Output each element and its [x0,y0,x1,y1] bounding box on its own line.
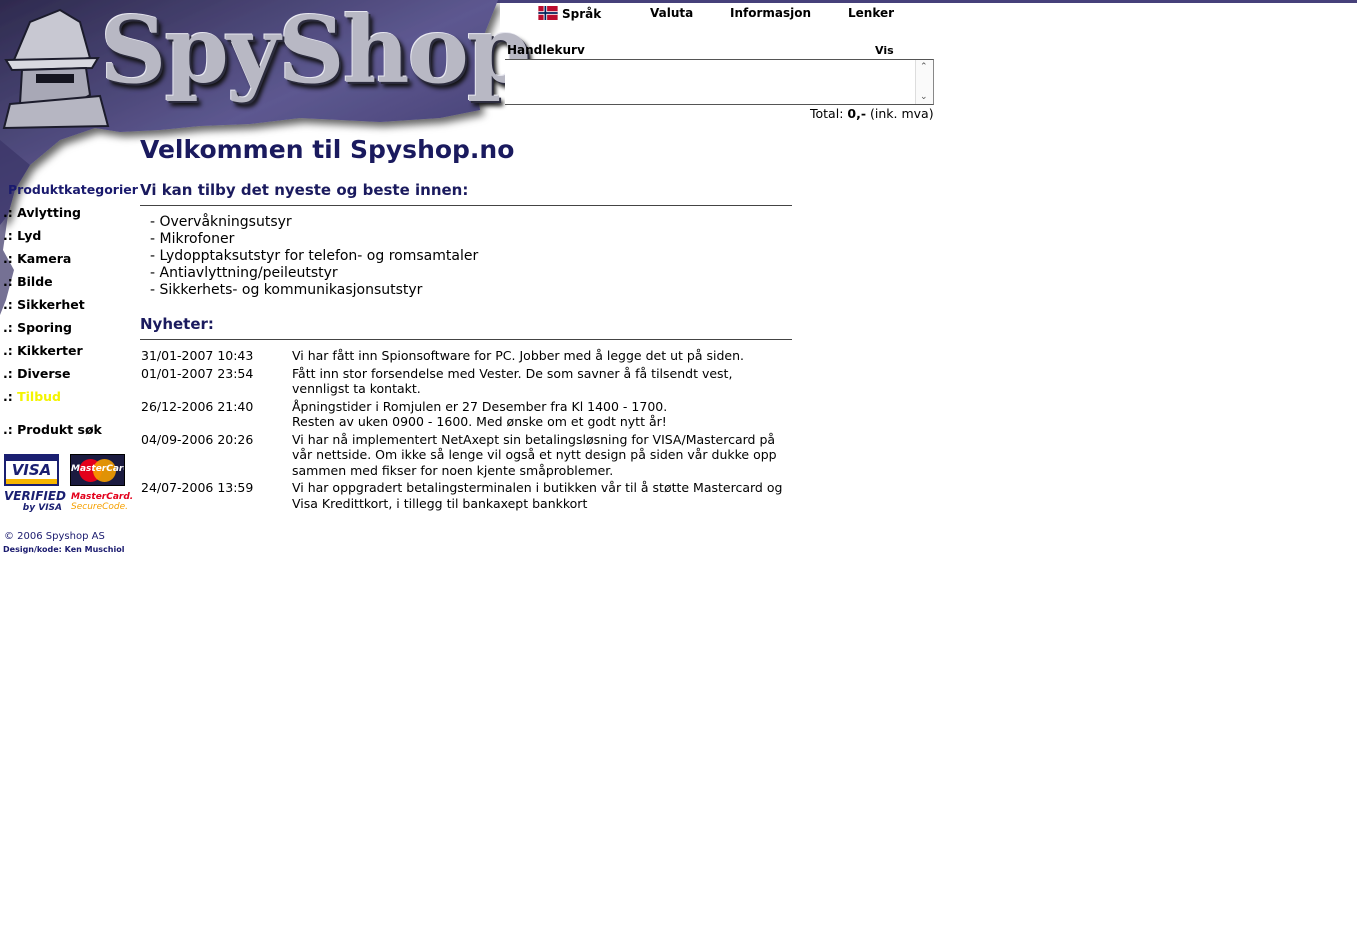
category-label: Bilde [17,274,53,289]
nav-language[interactable]: Språk [538,6,601,21]
category-prefix: .: [3,320,13,335]
category-label: Lyd [17,228,42,243]
category-label: Tilbud [17,389,61,404]
main-content: Velkommen til Spyshop.no Vi kan tilby de… [140,134,792,511]
category-label: Sporing [17,320,72,335]
news-date: 26/12-2006 21:40 [141,398,254,414]
logo-text: SpyShop [100,0,531,104]
news-date: 01/01-2007 23:54 [141,365,254,381]
category-prefix: .: [3,422,13,437]
table-row: 04/09-2006 20:26 Vi har nå implementert … [140,432,792,479]
news-text: Åpningstider i Romjulen er 27 Desember f… [292,398,668,430]
category-prefix: .: [3,205,13,220]
news-heading: Nyheter: [140,315,214,333]
list-item: - Sikkerhets- og kommunikasjonsutstyr [150,282,423,298]
news-text: Vi har oppgradert betalingsterminalen i … [292,480,783,511]
visa-logo: VISA [4,454,59,486]
cart-show-link[interactable]: Vis [875,44,894,57]
list-item: - Lydopptaksutstyr for telefon- og romsa… [150,248,479,264]
category-label: Diverse [17,366,71,381]
category-label: Kamera [17,251,72,266]
nav-links[interactable]: Lenker [848,6,894,20]
cart-total-suffix: (ink. mva) [870,106,934,121]
category-title: Produktkategorier [8,182,138,197]
category-label: Kikkerter [17,343,83,358]
news-text: Fått inn stor forsendelse med Vester. De… [292,365,733,397]
category-prefix: .: [3,389,13,404]
page-title: Velkommen til Spyshop.no [140,135,515,164]
verified-by-visa-logo: VERIFIED by VISA [4,489,67,514]
sidebar-item-product-search[interactable]: .: Produkt søk [3,422,138,445]
cart-scrollbar[interactable]: ⌃ ⌄ [915,60,933,104]
sidebar-item-lyd[interactable]: .: Lyd [3,228,138,251]
table-row: 31/01-2007 10:43 Vi har fått inn Spionso… [140,348,792,364]
scroll-down-icon[interactable]: ⌄ [920,92,928,102]
sidebar: Produktkategorier .: Avlytting .: Lyd .:… [3,182,138,445]
cart-contents-box[interactable]: ⌃ ⌄ [505,59,934,105]
list-item: - Overvåkningsutsyr [150,214,292,230]
sidebar-item-sporing[interactable]: .: Sporing [3,320,138,343]
category-prefix: .: [3,274,13,289]
cart-total-label: Total: [810,106,844,121]
offer-heading: Vi kan tilby det nyeste og beste innen: [140,181,469,199]
category-prefix: .: [3,297,13,312]
category-prefix: .: [3,251,13,266]
sidebar-item-avlytting[interactable]: .: Avlytting [3,205,138,228]
product-search-label: Produkt søk [17,422,102,437]
nav-information[interactable]: Informasjon [730,6,811,20]
sidebar-item-diverse[interactable]: .: Diverse [3,366,138,389]
norway-flag-icon [538,6,558,20]
category-prefix: .: [3,343,13,358]
payment-logos: VISA MasterCard VERIFIED by VISA MasterC… [4,454,134,520]
nav-currency[interactable]: Valuta [650,6,693,20]
sidebar-item-kikkerter[interactable]: .: Kikkerter [3,343,138,366]
category-label: Sikkerhet [17,297,85,312]
news-date: 31/01-2007 10:43 [141,348,254,363]
list-item: - Antiavlyttning/peileutstyr [150,265,338,281]
table-row: 24/07-2006 13:59 Vi har oppgradert betal… [140,480,792,511]
scroll-up-icon[interactable]: ⌃ [920,62,928,72]
design-credit: Design/kode: Ken Muschiol [3,545,125,554]
news-table: 31/01-2007 10:43 Vi har fått inn Spionso… [140,348,792,511]
sidebar-item-kamera[interactable]: .: Kamera [3,251,138,274]
offer-list: - Overvåkningsutsyr - Mikrofoner - Lydop… [140,214,792,299]
category-prefix: .: [3,366,13,381]
cart-title: Handlekurv [507,43,585,57]
news-date: 04/09-2006 20:26 [141,431,254,447]
cart-total-value: 0,- [847,106,867,121]
table-row: 26/12-2006 21:40 Åpningstider i Romjulen… [140,399,792,430]
news-text: Vi har nå implementert NetAxept sin beta… [292,431,777,478]
sidebar-item-bilde[interactable]: .: Bilde [3,274,138,297]
category-label: Avlytting [17,205,82,220]
sidebar-item-tilbud[interactable]: .: Tilbud [3,389,138,412]
list-item: - Mikrofoner [150,231,235,247]
mastercard-securecode-logo: MasterCard. SecureCode. [71,492,134,512]
cart-total: Total: 0,- (ink. mva) [810,106,934,121]
copyright: © 2006 Spyshop AS [4,531,105,542]
category-prefix: .: [3,228,13,243]
table-row: 01/01-2007 23:54 Fått inn stor forsendel… [140,366,792,397]
news-text: Vi har fått inn Spionsoftware for PC. Jo… [292,348,744,363]
news-date: 24/07-2006 13:59 [141,480,254,495]
sidebar-item-sikkerhet[interactable]: .: Sikkerhet [3,297,138,320]
mastercard-logo: MasterCard [70,454,125,486]
nav-language-label: Språk [562,7,602,21]
